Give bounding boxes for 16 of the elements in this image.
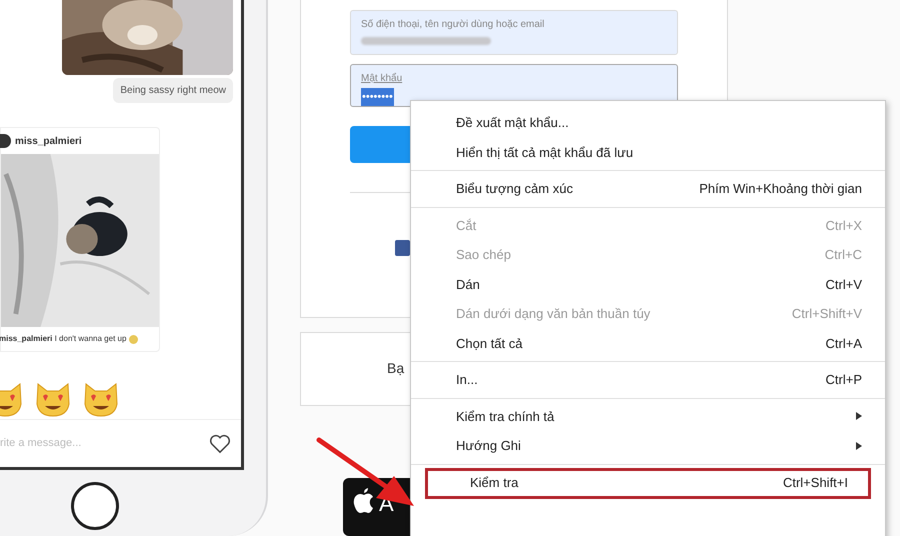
menu-item[interactable]: Biểu tượng cảm xúc Phím Win+Khoảng thời gian bbox=[411, 174, 885, 204]
cat-emoji-icon bbox=[82, 380, 120, 418]
menu-item[interactable]: Đề xuất mật khẩu... bbox=[411, 108, 885, 138]
message-input[interactable]: rite a message... bbox=[0, 435, 209, 452]
heart-icon[interactable] bbox=[209, 434, 231, 454]
apple-logo-icon bbox=[353, 488, 375, 514]
facebook-icon bbox=[395, 240, 410, 256]
cat-emoji-icon bbox=[34, 380, 72, 418]
menu-item[interactable]: Hiển thị tất cả mật khẩu đã lưu bbox=[411, 138, 885, 167]
message-bubble: Being sassy right meow bbox=[113, 78, 233, 103]
menu-item[interactable]: Kiểm tra Ctrl+Shift+I bbox=[425, 468, 871, 498]
home-button[interactable] bbox=[71, 482, 119, 530]
post-username: miss_palmieri bbox=[15, 134, 82, 148]
emoji-icon bbox=[129, 334, 138, 344]
menu-item[interactable]: Dán Ctrl+V bbox=[411, 270, 885, 299]
menu-item[interactable]: Hướng Ghi bbox=[411, 431, 885, 460]
